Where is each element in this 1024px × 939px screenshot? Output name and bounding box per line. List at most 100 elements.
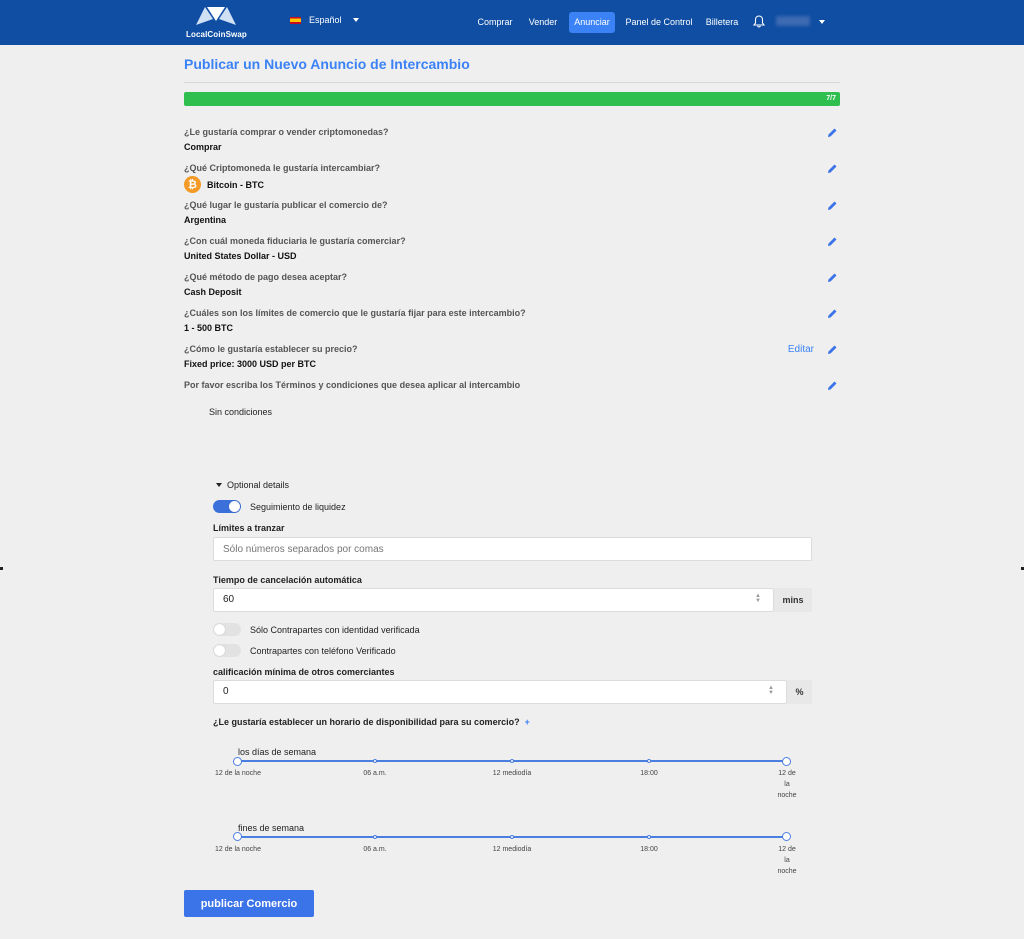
navbar: LocalCoinSwap Español Comprar Vender Anu… (0, 0, 1024, 45)
title-divider (184, 82, 840, 83)
summary-answer-text: Comprar (184, 142, 222, 152)
min-rating-label: calificación mínima de otros comerciante… (213, 667, 395, 677)
pencil-icon[interactable] (827, 308, 838, 319)
progress-bar: 7/7 (184, 92, 840, 106)
schedule-question: ¿Le gustaría establecer un horario de di… (213, 717, 530, 727)
verified-phone-row: Contrapartes con teléfono Verificado (213, 644, 396, 657)
pencil-icon[interactable] (827, 344, 838, 355)
weekday-slider-tick (647, 759, 651, 763)
edit-price-link[interactable]: Editar (788, 344, 814, 355)
weekend-tick-label: 18:00 (640, 846, 658, 853)
pencil-icon[interactable] (827, 127, 838, 138)
summary-answer-text: Fixed price: 3000 USD per BTC (184, 359, 317, 369)
weekday-tick-label: 12 de la noche (777, 770, 797, 799)
trade-limits-input[interactable] (213, 537, 812, 561)
summary-item-payment: ¿Qué método de pago desea aceptar? Cash … (184, 272, 840, 297)
progress-fill (184, 92, 840, 106)
weekend-tick-label: 12 mediodía (492, 846, 532, 853)
min-rating-unit: % (787, 680, 812, 704)
summary-item-location: ¿Qué lugar le gustaría publicar el comer… (184, 200, 840, 225)
weekend-tick-label: 06 a.m. (363, 846, 387, 853)
pencil-icon[interactable] (827, 272, 838, 283)
liquidity-tracking-switch[interactable] (213, 500, 241, 513)
summary-item-fiat: ¿Con cuál moneda fiduciaria le gustaría … (184, 236, 840, 261)
verified-phone-switch[interactable] (213, 644, 241, 657)
weekday-slider-tick (373, 759, 377, 763)
summary-item-price: ¿Cómo le gustaría establecer su precio? … (184, 344, 840, 369)
summary-question: ¿Qué Criptomoneda le gustaría intercambi… (184, 163, 381, 173)
pencil-icon[interactable] (827, 200, 838, 211)
nav-link-anunciar[interactable]: Anunciar (569, 12, 615, 33)
summary-answer: Fixed price: 3000 USD per BTC (184, 359, 840, 369)
weekday-tick-label: 06 a.m. (363, 770, 387, 777)
summary-item-crypto: ¿Qué Criptomoneda le gustaría intercambi… (184, 163, 840, 193)
min-rating-stepper[interactable]: ▲ ▼ (767, 685, 775, 696)
weekend-slider-tick (647, 835, 651, 839)
pencil-icon[interactable] (827, 236, 838, 247)
summary-answer: United States Dollar - USD (184, 251, 840, 261)
verified-id-switch[interactable] (213, 623, 241, 636)
min-rating-input[interactable]: 0 (213, 680, 787, 704)
auto-cancel-stepper[interactable]: ▲ ▼ (754, 593, 762, 604)
nav-link-panel[interactable]: Panel de Control (623, 12, 695, 33)
verified-id-row: Sólo Contrapartes con identidad verifica… (213, 623, 420, 636)
verified-id-label: Sólo Contrapartes con identidad verifica… (250, 624, 420, 635)
auto-cancel-input[interactable]: 60 (213, 588, 774, 612)
weekend-slider-end-handle[interactable] (782, 832, 791, 841)
summary-question: ¿Qué lugar le gustaría publicar el comer… (184, 200, 388, 210)
nav-link-vender[interactable]: Vender (525, 12, 561, 33)
weekend-slider-start-handle[interactable] (233, 832, 242, 841)
summary-question: ¿Qué método de pago desea aceptar? (184, 272, 348, 282)
weekend-tick-label: 12 de la noche (777, 846, 797, 875)
weekday-tick-label: 12 mediodía (492, 770, 532, 777)
pencil-icon[interactable] (827, 163, 838, 174)
switch-knob (229, 501, 240, 512)
summary-answer: Cash Deposit (184, 287, 840, 297)
summary-question: ¿Le gustaría comprar o vender criptomone… (184, 127, 389, 137)
nav-link-comprar[interactable]: Comprar (474, 12, 516, 33)
schedule-question-text: ¿Le gustaría establecer un horario de di… (213, 717, 520, 727)
weekday-slider-start-handle[interactable] (233, 757, 242, 766)
bell-icon[interactable] (753, 15, 765, 28)
liquidity-tracking-row: Seguimiento de liquidez (213, 500, 346, 513)
optional-details-toggle[interactable]: Optional details (216, 480, 289, 490)
weekend-slider-label: fines de semana (238, 823, 305, 833)
weekday-tick-label: 18:00 (640, 770, 658, 777)
summary-answer: 1 - 500 BTC (184, 323, 840, 333)
switch-knob (214, 624, 225, 635)
weekday-tick-label: 12 de la noche (215, 770, 261, 777)
summary-item-terms: Por favor escriba los Términos y condici… (184, 380, 840, 390)
user-menu[interactable] (776, 16, 810, 26)
summary-answer-text: United States Dollar - USD (184, 251, 297, 261)
page-title: Publicar un Nuevo Anuncio de Intercambio (184, 56, 470, 72)
optional-details-label: Optional details (227, 480, 290, 490)
weekend-tick-label: 12 de la noche (215, 846, 261, 853)
auto-cancel-unit: mins (774, 588, 812, 612)
nav-link-billetera[interactable]: Billetera (702, 12, 742, 33)
weekend-slider-tick (510, 835, 514, 839)
weekday-slider-tick (510, 759, 514, 763)
add-schedule-icon[interactable]: + (525, 717, 530, 727)
terms-text: Sin condiciones (209, 407, 273, 417)
summary-item-limits: ¿Cuáles son los límites de comercio que … (184, 308, 840, 333)
summary-answer: Comprar (184, 142, 840, 152)
publish-trade-button[interactable]: publicar Comercio (184, 890, 314, 917)
summary-answer: Argentina (184, 215, 840, 225)
progress-label: 7/7 (826, 95, 836, 102)
user-chevron-down-icon[interactable] (819, 20, 825, 24)
verified-phone-label: Contrapartes con teléfono Verificado (250, 645, 396, 656)
summary-answer-text: Cash Deposit (184, 287, 242, 297)
summary-answer-text: Bitcoin - BTC (207, 179, 264, 190)
summary-question: ¿Con cuál moneda fiduciaria le gustaría … (184, 236, 406, 246)
bitcoin-icon: ₿ (184, 176, 201, 193)
summary-item-trade-type: ¿Le gustaría comprar o vender criptomone… (184, 127, 840, 152)
weekend-slider-tick (373, 835, 377, 839)
pencil-icon[interactable] (827, 380, 838, 391)
weekday-slider-end-handle[interactable] (782, 757, 791, 766)
summary-question: ¿Cuáles son los límites de comercio que … (184, 308, 526, 318)
summary-question: Por favor escriba los Términos y condici… (184, 380, 521, 390)
auto-cancel-label: Tiempo de cancelación automática (213, 575, 362, 585)
caret-down-icon (216, 483, 222, 487)
summary-answer-text: Argentina (184, 215, 227, 225)
liquidity-tracking-label: Seguimiento de liquidez (250, 501, 346, 512)
